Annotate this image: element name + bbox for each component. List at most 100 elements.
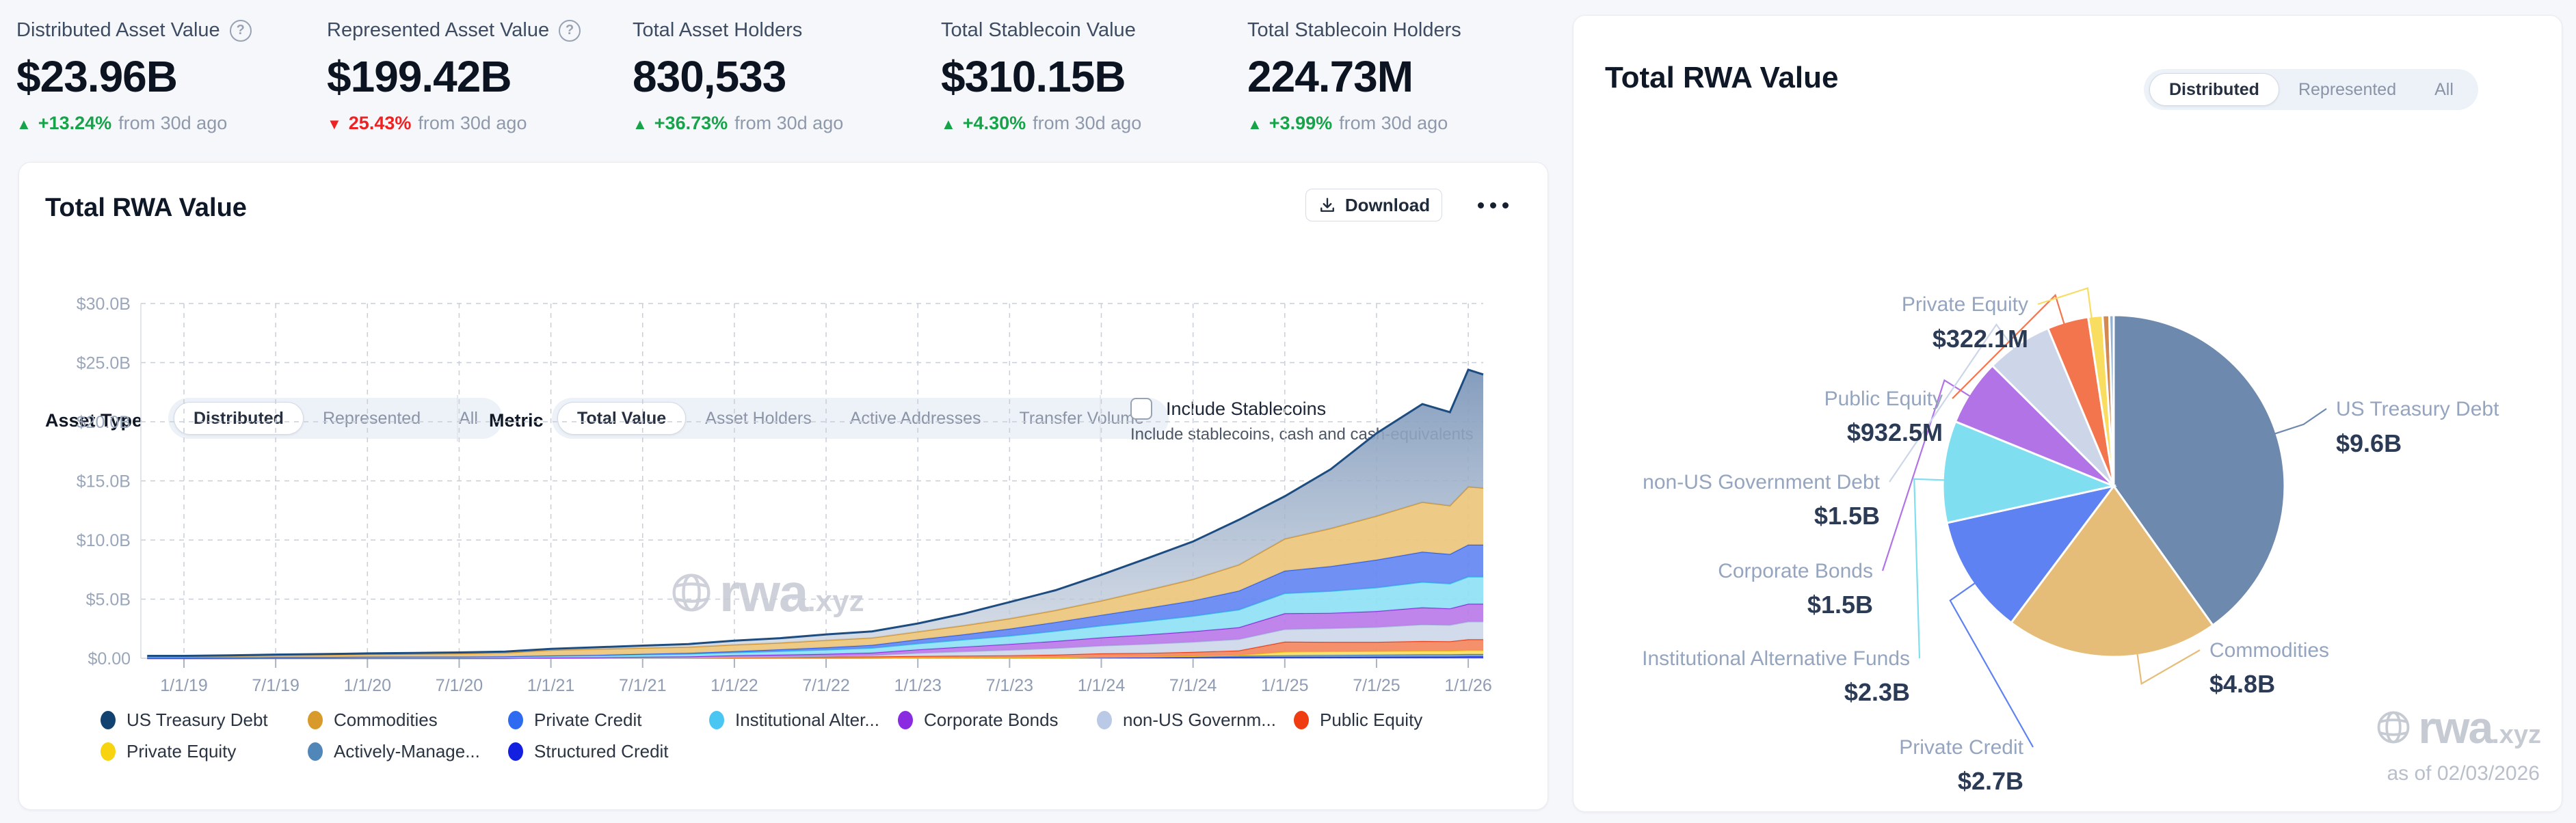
stat-label: Distributed Asset Value xyxy=(16,19,220,42)
download-label: Download xyxy=(1345,195,1430,216)
stats-row: Distributed Asset Value ? $23.96B ▲ +13.… xyxy=(0,0,1566,144)
svg-text:Commodities: Commodities xyxy=(2209,639,2329,662)
svg-text:$2.3B: $2.3B xyxy=(1844,678,1910,706)
more-options-icon[interactable] xyxy=(1478,194,1526,216)
stat-label: Total Stablecoin Holders xyxy=(1247,19,1461,42)
svg-text:$2.7B: $2.7B xyxy=(1958,767,2023,795)
svg-text:US Treasury Debt: US Treasury Debt xyxy=(2336,398,2499,420)
legend-dot xyxy=(709,711,724,729)
stat-label: Total Asset Holders xyxy=(633,19,802,42)
stat-delta: ▲ +36.73% from 30d ago xyxy=(633,113,843,134)
stat-value: 830,533 xyxy=(633,51,843,102)
legend-dot xyxy=(308,742,323,761)
total-rwa-value-chart-card: Total RWA Value Download Asset Type Dist… xyxy=(18,162,1548,810)
legend-item-private-credit[interactable]: Private Credit xyxy=(508,710,642,731)
legend-item-non-us-government[interactable]: non-US Governm... xyxy=(1097,710,1276,731)
stat-total-stablecoin-holders: Total Stablecoin Holders 224.73M ▲ +3.99… xyxy=(1247,19,1461,134)
legend-dot xyxy=(508,711,523,729)
svg-text:$20.0B: $20.0B xyxy=(77,413,131,432)
svg-text:$15.0B: $15.0B xyxy=(77,472,131,491)
stacked-area-chart[interactable]: $0.00$5.0B$10.0B$15.0B$20.0B$25.0B$30.0B… xyxy=(28,291,1505,715)
legend-item-us-treasury-debt[interactable]: US Treasury Debt xyxy=(101,710,268,731)
stat-value: $310.15B xyxy=(941,51,1141,102)
delta-pct: +36.73% xyxy=(654,113,728,134)
legend-dot xyxy=(508,742,523,761)
svg-text:$25.0B: $25.0B xyxy=(77,354,131,373)
svg-text:$30.0B: $30.0B xyxy=(77,295,131,314)
delta-suffix: from 30d ago xyxy=(418,113,527,134)
svg-text:Institutional Alternative Fund: Institutional Alternative Funds xyxy=(1642,647,1910,670)
svg-text:7/1/25: 7/1/25 xyxy=(1353,676,1400,695)
delta-pct: 25.43% xyxy=(349,113,412,134)
delta-arrow-icon: ▼ xyxy=(327,116,342,133)
legend-item-institutional-alternative[interactable]: Institutional Alter... xyxy=(709,710,879,731)
legend-dot xyxy=(1294,711,1309,729)
svg-text:7/1/24: 7/1/24 xyxy=(1169,676,1217,695)
svg-text:Private Credit: Private Credit xyxy=(1899,736,2023,759)
svg-text:$322.1M: $322.1M xyxy=(1933,325,2028,353)
as-of-date: as of 02/03/2026 xyxy=(2387,762,2540,785)
download-icon xyxy=(1318,195,1337,215)
stat-value: 224.73M xyxy=(1247,51,1461,102)
legend-item-corporate-bonds[interactable]: Corporate Bonds xyxy=(898,710,1059,731)
delta-arrow-icon: ▲ xyxy=(1247,116,1262,133)
stat-represented-asset-value: Represented Asset Value ? $199.42B ▼ 25.… xyxy=(327,19,581,134)
svg-text:non-US Government Debt: non-US Government Debt xyxy=(1643,471,1880,494)
legend-item-actively-managed[interactable]: Actively-Manage... xyxy=(308,741,480,762)
svg-text:7/1/20: 7/1/20 xyxy=(436,676,483,695)
help-icon[interactable]: ? xyxy=(230,20,252,42)
delta-suffix: from 30d ago xyxy=(1339,113,1448,134)
delta-suffix: from 30d ago xyxy=(118,113,227,134)
legend-dot xyxy=(1097,711,1112,729)
stat-delta: ▲ +13.24% from 30d ago xyxy=(16,113,252,134)
stat-delta: ▼ 25.43% from 30d ago xyxy=(327,113,581,134)
rwa-pie-chart[interactable]: US Treasury Debt $9.6B Commodities $4.8B Pri… xyxy=(1574,16,2563,813)
svg-text:7/1/19: 7/1/19 xyxy=(252,676,300,695)
svg-text:1/1/19: 1/1/19 xyxy=(160,676,208,695)
svg-text:1/1/22: 1/1/22 xyxy=(711,676,758,695)
stat-delta: ▲ +3.99% from 30d ago xyxy=(1247,113,1461,134)
legend-dot xyxy=(308,711,323,729)
svg-text:Private Equity: Private Equity xyxy=(1902,293,2028,316)
svg-text:$0.00: $0.00 xyxy=(88,649,131,669)
svg-text:1/1/25: 1/1/25 xyxy=(1261,676,1309,695)
svg-text:$1.5B: $1.5B xyxy=(1807,591,1873,619)
stat-value: $199.42B xyxy=(327,51,581,102)
delta-pct: +4.30% xyxy=(963,113,1026,134)
delta-suffix: from 30d ago xyxy=(1033,113,1141,134)
legend-dot xyxy=(101,742,116,761)
rwa-watermark: rwa .xyz xyxy=(2374,705,2541,750)
legend-dot xyxy=(898,711,913,729)
svg-text:1/1/26: 1/1/26 xyxy=(1444,676,1492,695)
globe-icon xyxy=(669,570,714,615)
help-icon[interactable]: ? xyxy=(559,20,581,42)
delta-arrow-icon: ▲ xyxy=(941,116,956,133)
legend-item-private-equity[interactable]: Private Equity xyxy=(101,741,236,762)
total-rwa-value-pie-card: Total RWA Value Distributed Represented … xyxy=(1573,15,2562,812)
legend-item-public-equity[interactable]: Public Equity xyxy=(1294,710,1422,731)
delta-suffix: from 30d ago xyxy=(734,113,843,134)
stat-total-asset-holders: Total Asset Holders 830,533 ▲ +36.73% fr… xyxy=(633,19,843,134)
stat-distributed-asset-value: Distributed Asset Value ? $23.96B ▲ +13.… xyxy=(16,19,252,134)
stat-delta: ▲ +4.30% from 30d ago xyxy=(941,113,1141,134)
svg-text:1/1/21: 1/1/21 xyxy=(527,676,575,695)
svg-text:$9.6B: $9.6B xyxy=(2336,429,2402,457)
stat-label: Represented Asset Value xyxy=(327,19,549,42)
svg-text:$932.5M: $932.5M xyxy=(1847,418,1943,446)
legend-dot xyxy=(101,711,116,729)
legend-item-structured-credit[interactable]: Structured Credit xyxy=(508,741,669,762)
svg-text:Corporate Bonds: Corporate Bonds xyxy=(1718,560,1873,582)
svg-text:Public Equity: Public Equity xyxy=(1824,388,1943,410)
delta-arrow-icon: ▲ xyxy=(633,116,648,133)
svg-text:$4.8B: $4.8B xyxy=(2209,670,2275,698)
legend-item-commodities[interactable]: Commodities xyxy=(308,710,438,731)
svg-text:$1.5B: $1.5B xyxy=(1814,502,1880,530)
svg-text:$5.0B: $5.0B xyxy=(86,591,131,610)
svg-text:7/1/21: 7/1/21 xyxy=(619,676,667,695)
rwa-watermark: rwa .xyz xyxy=(669,566,864,619)
delta-arrow-icon: ▲ xyxy=(16,116,31,133)
stat-value: $23.96B xyxy=(16,51,252,102)
download-button[interactable]: Download xyxy=(1305,189,1442,221)
globe-icon xyxy=(2374,708,2413,746)
svg-text:1/1/24: 1/1/24 xyxy=(1078,676,1126,695)
